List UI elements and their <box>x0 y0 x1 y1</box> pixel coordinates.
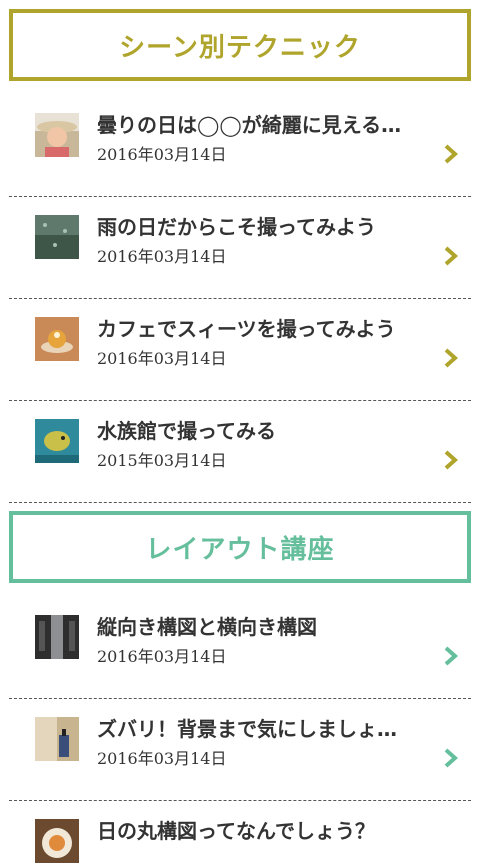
article-title: 縦向き構図と横向き構図 <box>97 615 317 639</box>
article-title: 水族館で撮ってみる <box>97 419 276 443</box>
section-title: シーン別テクニック <box>9 9 471 81</box>
article-date: 2015年03月14日 <box>97 451 227 470</box>
article-list: 曇りの日は◯◯が綺麗に見える… 2016年03月14日 雨の日だからこそ撮ってみ… <box>0 95 480 503</box>
chevron-right-icon <box>441 347 461 369</box>
article-title: カフェでスィーツを撮ってみよう <box>97 317 396 341</box>
chevron-right-icon <box>441 143 461 165</box>
article-list: 縦向き構図と横向き構図 2016年03月14日 ズバリ！背景まで気にしましょ… … <box>0 597 480 863</box>
article-title: 雨の日だからこそ撮ってみよう <box>97 215 376 239</box>
article-title: ズバリ！背景まで気にしましょ… <box>97 717 397 741</box>
chevron-right-icon <box>441 245 461 267</box>
article-date: 2016年03月14日 <box>97 749 227 768</box>
article-item[interactable]: 雨の日だからこそ撮ってみよう 2016年03月14日 <box>9 197 471 299</box>
street-thumbnail <box>35 615 79 659</box>
article-item[interactable]: 縦向き構図と横向き構図 2016年03月14日 <box>9 597 471 699</box>
chevron-right-icon <box>441 747 461 769</box>
chevron-right-icon <box>441 645 461 667</box>
article-item[interactable]: 水族館で撮ってみる 2015年03月14日 <box>9 401 471 503</box>
rainy-window-thumbnail <box>35 215 79 259</box>
article-title: 日の丸構図ってなんでしょう？ <box>97 819 375 843</box>
section-title: レイアウト講座 <box>9 511 471 583</box>
article-date: 2016年03月14日 <box>97 145 227 164</box>
article-date: 2016年03月14日 <box>97 247 227 266</box>
article-date: 2016年03月14日 <box>97 349 227 368</box>
article-date: 2016年03月14日 <box>97 647 227 666</box>
pufferfish-thumbnail <box>35 419 79 463</box>
dessert-thumbnail <box>35 317 79 361</box>
article-item[interactable]: 曇りの日は◯◯が綺麗に見える… 2016年03月14日 <box>9 95 471 197</box>
article-item[interactable]: カフェでスィーツを撮ってみよう 2016年03月14日 <box>9 299 471 401</box>
bottle-thumbnail <box>35 717 79 761</box>
article-item[interactable]: ズバリ！背景まで気にしましょ… 2016年03月14日 <box>9 699 471 801</box>
section-scene-techniques: シーン別テクニック 曇りの日は◯◯が綺麗に見える… 2016年03月14日 雨の… <box>0 9 480 503</box>
person-portrait-thumbnail <box>35 113 79 157</box>
food-plate-thumbnail <box>35 819 79 863</box>
article-title: 曇りの日は◯◯が綺麗に見える… <box>97 113 402 137</box>
article-item[interactable]: 日の丸構図ってなんでしょう？ <box>9 801 471 863</box>
section-layout-lessons: レイアウト講座 縦向き構図と横向き構図 2016年03月14日 ズバリ！背景まで… <box>0 511 480 863</box>
chevron-right-icon <box>441 449 461 471</box>
